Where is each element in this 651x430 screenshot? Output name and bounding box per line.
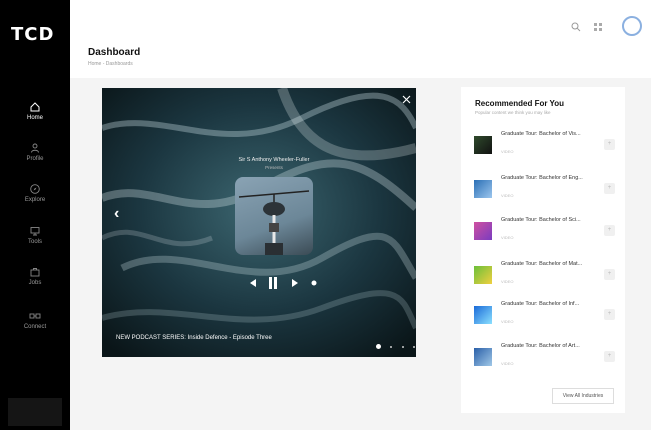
add-button[interactable]: +: [604, 269, 615, 280]
panel-subtitle: Popular content we think you may like: [475, 110, 551, 115]
video-thumbnail: [474, 348, 492, 366]
slide-pagination: [376, 338, 416, 357]
list-item[interactable]: Graduate Tour: Bachelor of Art... VIDEO …: [474, 342, 615, 372]
sidebar-item-home[interactable]: Home: [0, 101, 70, 121]
item-title: Graduate Tour: Bachelor of Eng...: [501, 175, 583, 181]
volume-dot-icon[interactable]: [311, 280, 317, 286]
video-thumbnail: [474, 266, 492, 284]
pagination-dot[interactable]: [413, 345, 416, 348]
item-type: VIDEO: [501, 193, 514, 198]
add-button[interactable]: +: [604, 225, 615, 236]
add-button[interactable]: +: [604, 351, 615, 362]
home-icon: [30, 102, 40, 112]
search-icon[interactable]: [570, 21, 582, 33]
monitor-icon: [30, 227, 40, 236]
add-button[interactable]: +: [604, 183, 615, 194]
item-title: Graduate Tour: Bachelor of Inf...: [501, 301, 580, 307]
panel-title: Recommended For You: [475, 99, 565, 108]
add-button[interactable]: +: [604, 139, 615, 150]
episode-artwork: [235, 177, 313, 255]
list-item[interactable]: Graduate Tour: Bachelor of Eng... VIDEO …: [474, 174, 615, 204]
page-title: Dashboard: [88, 47, 141, 58]
video-thumbnail: [474, 136, 492, 154]
item-title: Graduate Tour: Bachelor of Vis...: [501, 131, 581, 137]
sidebar: TCD Home Profile Explore Tools Jobs Conn…: [0, 0, 70, 430]
main-content: Sir S Anthony Wheeler-Fuller Presents ‹: [70, 78, 651, 430]
person-icon: [31, 143, 39, 153]
previous-slide-arrow[interactable]: ‹: [114, 206, 119, 222]
list-item[interactable]: Graduate Tour: Bachelor of Inf... VIDEO …: [474, 300, 615, 330]
sidebar-item-jobs[interactable]: Jobs: [0, 266, 70, 286]
compass-icon: [30, 184, 40, 194]
add-button[interactable]: +: [604, 309, 615, 320]
list-item[interactable]: Graduate Tour: Bachelor of Vis... VIDEO …: [474, 130, 615, 160]
item-type: VIDEO: [501, 361, 514, 366]
logo: TCD: [11, 24, 55, 45]
sidebar-item-explore[interactable]: Explore: [0, 183, 70, 203]
header: Dashboard Home - Dashboards: [70, 0, 651, 78]
breadcrumb: Home - Dashboards: [88, 61, 133, 67]
item-title: Graduate Tour: Bachelor of Art...: [501, 343, 580, 349]
slide-caption: NEW PODCAST SERIES: Inside Defence - Epi…: [116, 335, 272, 341]
sidebar-footer: [8, 398, 62, 426]
sidebar-item-label: Explore: [24, 197, 46, 203]
video-thumbnail: [474, 180, 492, 198]
video-thumbnail: [474, 306, 492, 324]
recommended-panel: Recommended For You Popular content we t…: [461, 87, 625, 413]
item-title: Graduate Tour: Bachelor of Mat...: [501, 261, 583, 267]
pagination-dot[interactable]: [401, 345, 404, 348]
sidebar-item-label: Tools: [27, 239, 42, 245]
item-type: VIDEO: [501, 319, 514, 324]
sidebar-item-label: Profile: [26, 156, 44, 162]
list-item[interactable]: Graduate Tour: Bachelor of Mat... VIDEO …: [474, 260, 615, 290]
grid-menu-icon[interactable]: [592, 21, 604, 33]
rewind-icon[interactable]: [248, 279, 258, 287]
expand-icon[interactable]: [402, 95, 411, 104]
video-thumbnail: [474, 222, 492, 240]
sidebar-item-label: Connect: [23, 324, 47, 330]
item-type: VIDEO: [501, 279, 514, 284]
sidebar-item-connect[interactable]: Connect: [0, 310, 70, 330]
track-subtitle: Presents: [265, 165, 283, 170]
item-type: VIDEO: [501, 149, 514, 154]
list-item[interactable]: Graduate Tour: Bachelor of Sci... VIDEO …: [474, 216, 615, 246]
pagination-dot[interactable]: [376, 344, 381, 350]
view-all-industries-button[interactable]: View All Industries: [552, 388, 614, 404]
featured-player: Sir S Anthony Wheeler-Fuller Presents ‹: [102, 88, 416, 357]
sidebar-item-label: Home: [26, 115, 43, 121]
sidebar-item-profile[interactable]: Profile: [0, 142, 70, 162]
avatar[interactable]: [622, 16, 642, 36]
track-title: Sir S Anthony Wheeler-Fuller: [238, 157, 310, 163]
pause-icon[interactable]: [268, 276, 278, 290]
sidebar-item-label: Jobs: [28, 280, 42, 286]
item-title: Graduate Tour: Bachelor of Sci...: [501, 217, 581, 223]
forward-icon[interactable]: [290, 279, 300, 287]
link-icon: [29, 313, 41, 319]
sidebar-item-tools[interactable]: Tools: [0, 225, 70, 245]
helicopter-image: [238, 190, 310, 255]
briefcase-icon: [30, 268, 40, 277]
pagination-dot[interactable]: [390, 345, 393, 348]
item-type: VIDEO: [501, 235, 514, 240]
